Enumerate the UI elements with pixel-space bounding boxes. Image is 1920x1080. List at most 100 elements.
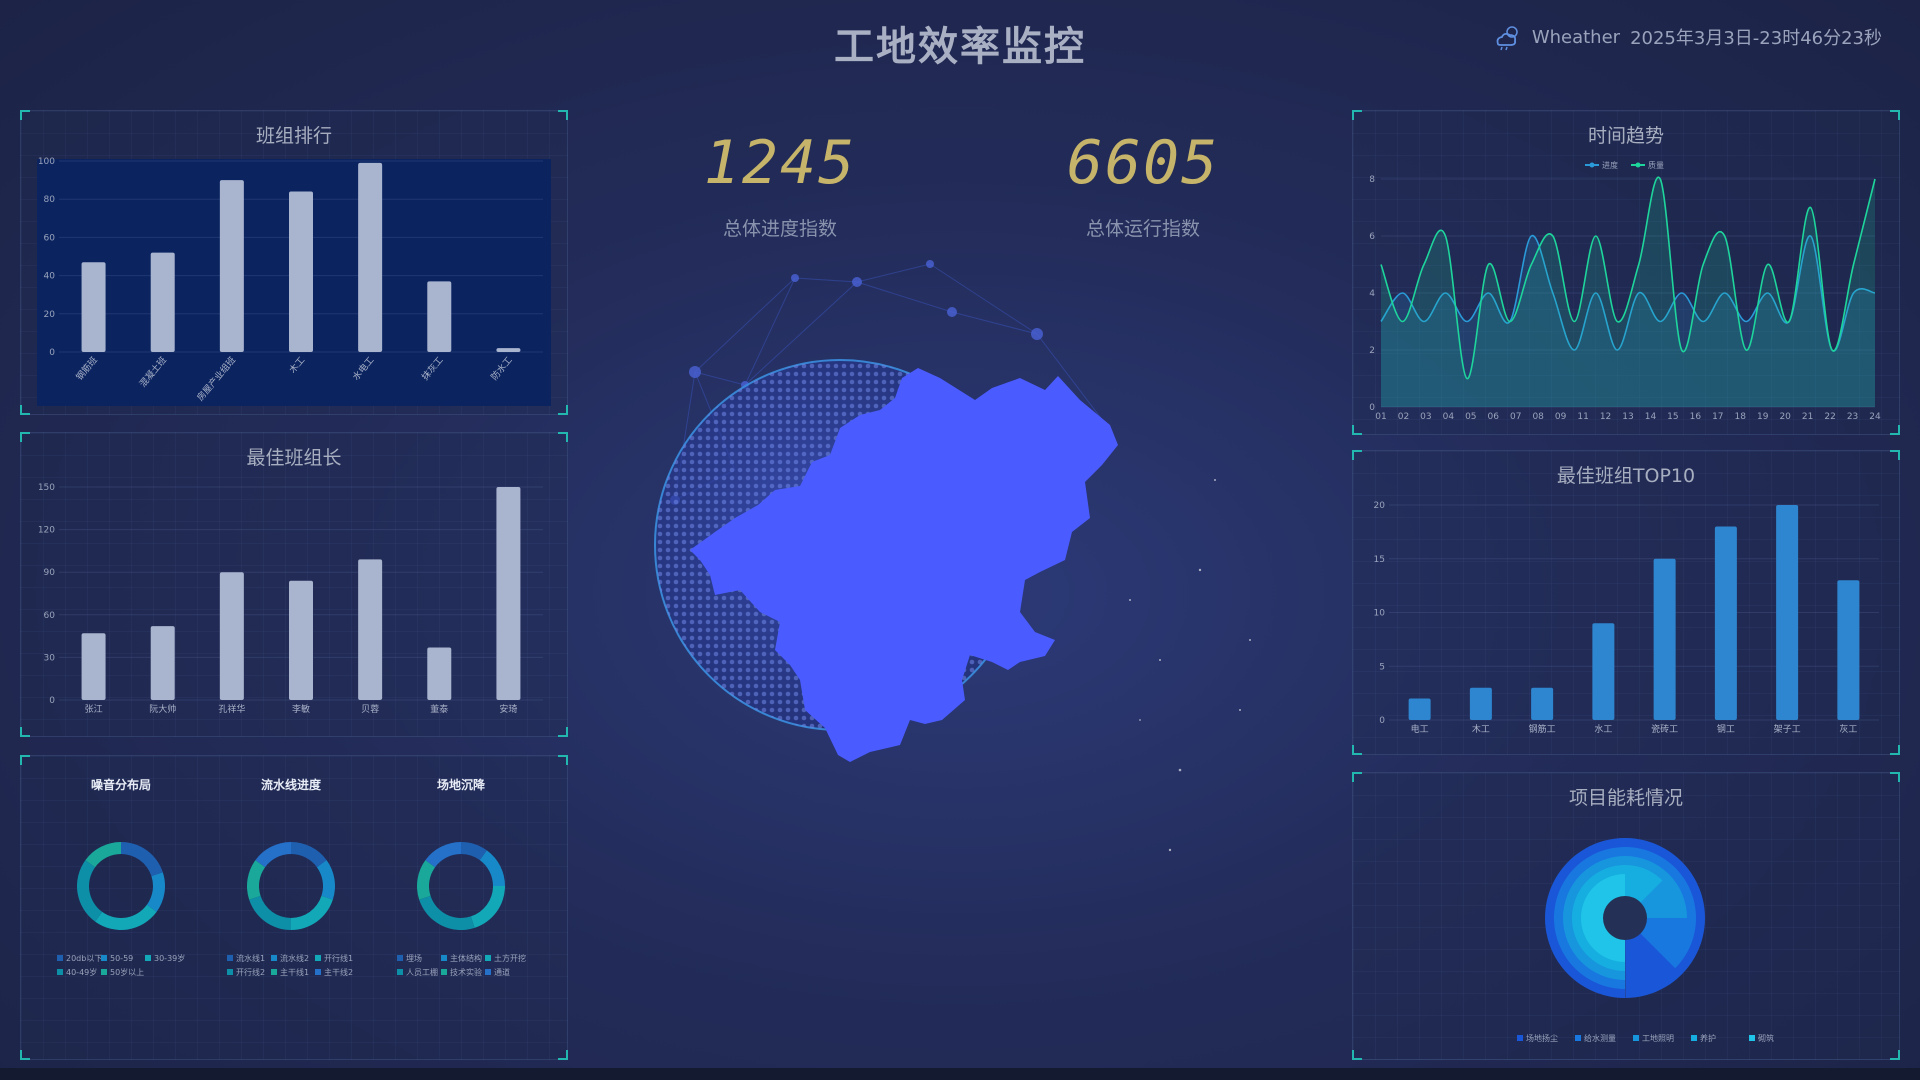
legend-label: 工地照明 bbox=[1642, 1033, 1674, 1043]
bar bbox=[496, 348, 521, 352]
x-tick-label: 张江 bbox=[85, 704, 103, 715]
weather-cloud-icon bbox=[1496, 26, 1518, 51]
team-ranking-chart: 020406080100钢筋班 混凝土班 房屋产业组班 木工 水电工 抹灰工 防水工 bbox=[37, 157, 551, 406]
bar bbox=[1837, 580, 1860, 720]
header-status: Wheather 2025年3月3日-23时46分23秒 bbox=[1492, 22, 1882, 52]
time-trend-panel: 时间趋势 0 2 4 6 8 01 02 03 04 05 06 07 08 09 11 12 13 14 15 16… bbox=[1352, 110, 1900, 435]
legend-label: 砌筑 bbox=[1758, 1033, 1774, 1043]
donut-slice bbox=[247, 860, 266, 900]
legend-label: 场地扬尘 bbox=[1526, 1033, 1558, 1043]
x-tick-label: 09 bbox=[1555, 412, 1567, 422]
legend-label: 质量 bbox=[1648, 160, 1664, 170]
y-tick-label: 10 bbox=[1374, 609, 1386, 619]
rose-hole bbox=[1603, 896, 1647, 940]
kpi-progress-value: 1245 bbox=[703, 128, 857, 198]
bar bbox=[81, 262, 106, 352]
y-tick-label: 20 bbox=[44, 310, 56, 320]
x-tick-label: 木工 bbox=[1472, 723, 1490, 735]
legend-swatch bbox=[441, 969, 447, 975]
energy-chart: 场地扬尘 给水测量 工地照明 养护 砌筑 bbox=[1517, 838, 1774, 1043]
x-tick-label: 24 bbox=[1869, 412, 1881, 422]
legend-label: 开行线2 bbox=[236, 967, 265, 977]
donut-slice bbox=[77, 860, 103, 922]
energy-panel: 项目能耗情况 场地扬尘 给水测量 工地照明 养护 砌筑 bbox=[1352, 772, 1900, 1060]
x-tick-label: 01 bbox=[1375, 412, 1386, 422]
donut-slice bbox=[291, 842, 327, 868]
legend-label: 人员工棚 bbox=[406, 967, 438, 977]
legend-swatch bbox=[1575, 1035, 1581, 1041]
legend-label: 流水线2 bbox=[280, 953, 309, 963]
x-tick-label: 06 bbox=[1488, 412, 1500, 422]
bar bbox=[358, 162, 383, 352]
legend-swatch bbox=[397, 955, 403, 961]
kpi-operation-label: 总体运行指数 bbox=[1085, 218, 1200, 240]
x-tick-label: 钢筋工 bbox=[1529, 723, 1556, 735]
bar bbox=[1592, 623, 1615, 720]
bar bbox=[1776, 505, 1799, 720]
donut-slice bbox=[249, 895, 291, 930]
x-tick-label: 贝蓉 bbox=[361, 703, 379, 715]
legend-dot bbox=[1635, 162, 1641, 168]
top10-panel: 最佳班组TOP10 0 5 10 15 20 电工 木工 钢筋工 水工 瓷砖工 钢工 架子工 灰工 bbox=[1352, 450, 1900, 755]
x-tick-label: 23 bbox=[1847, 412, 1858, 422]
donut-slice bbox=[479, 850, 505, 886]
donuts-chart: 噪音分布局 20db以下 50-59 30-39岁 40-49岁 50岁以上 流水线进度流水… bbox=[57, 777, 526, 977]
bar bbox=[219, 180, 244, 352]
x-tick-label: 20 bbox=[1779, 412, 1791, 422]
x-tick-label: 12 bbox=[1600, 412, 1611, 422]
x-tick-label: 架子工 bbox=[1774, 724, 1801, 735]
donut-slice bbox=[316, 860, 335, 900]
x-tick-label: 李敏 bbox=[292, 703, 310, 715]
bar bbox=[1408, 698, 1431, 720]
y-tick-label: 90 bbox=[44, 568, 56, 578]
top10-chart: 0 5 10 15 20 电工 木工 钢筋工 水工 瓷砖工 钢工 架子工 灰工 bbox=[1374, 501, 1879, 735]
x-tick-label: 阮大帅 bbox=[149, 703, 176, 715]
y-tick-label: 40 bbox=[44, 272, 56, 282]
bar bbox=[1653, 558, 1676, 720]
y-tick-label: 8 bbox=[1369, 175, 1375, 185]
y-tick-label: 60 bbox=[44, 611, 56, 621]
legend-label: 流水线1 bbox=[236, 953, 265, 963]
legend-swatch bbox=[1517, 1035, 1523, 1041]
legend-label: 给水测量 bbox=[1584, 1033, 1616, 1043]
legend-swatch bbox=[101, 955, 107, 961]
y-tick-label: 30 bbox=[44, 653, 56, 663]
x-tick-label: 18 bbox=[1735, 412, 1747, 422]
y-tick-label: 15 bbox=[1374, 555, 1385, 565]
x-tick-label: 21 bbox=[1802, 412, 1813, 422]
donut-title: 噪音分布局 bbox=[91, 777, 151, 792]
y-tick-label: 120 bbox=[38, 526, 55, 536]
legend-label: 40-49岁 bbox=[66, 967, 97, 977]
bar bbox=[289, 191, 313, 352]
donut-slice bbox=[146, 872, 165, 912]
legend-label: 开行线1 bbox=[324, 953, 353, 963]
best-leader-panel: 最佳班组长 0 30 60 90 120 150 张江 阮大帅 孔祥华 李敏 贝蓉 董泰 安琦 bbox=[20, 432, 568, 737]
legend-label: 通道 bbox=[494, 967, 510, 977]
legend-swatch bbox=[57, 955, 63, 961]
legend-label: 养护 bbox=[1700, 1033, 1716, 1043]
y-tick-label: 6 bbox=[1369, 232, 1375, 242]
particle-dots bbox=[1129, 479, 1251, 852]
x-tick-label: 02 bbox=[1398, 412, 1409, 422]
y-tick-label: 2 bbox=[1369, 346, 1375, 356]
legend-label: 主干线1 bbox=[280, 967, 309, 977]
x-tick-label: 05 bbox=[1465, 412, 1476, 422]
donut-title: 流水线进度 bbox=[261, 777, 322, 792]
y-tick-label: 80 bbox=[44, 195, 56, 205]
legend-swatch bbox=[271, 955, 277, 961]
time-trend-chart: 0246801 02 03 04 05 06 07 08 09 11 12 13 14 15 16 17 18 1… bbox=[1369, 160, 1881, 422]
legend-swatch bbox=[397, 969, 403, 975]
legend-label: 20db以下 bbox=[66, 954, 102, 963]
y-tick-label: 5 bbox=[1379, 662, 1385, 672]
donut-slice bbox=[470, 886, 505, 928]
donut-slice bbox=[419, 895, 475, 930]
y-tick-label: 150 bbox=[38, 483, 55, 493]
donut-slice bbox=[85, 842, 121, 868]
bar bbox=[81, 633, 106, 700]
legend-swatch bbox=[485, 969, 491, 975]
kpi-progress-label: 总体进度指数 bbox=[722, 218, 837, 240]
y-tick-label: 0 bbox=[49, 348, 55, 358]
area-fill bbox=[1381, 177, 1875, 407]
y-tick-label: 100 bbox=[38, 157, 55, 167]
y-tick-label: 60 bbox=[44, 233, 56, 243]
